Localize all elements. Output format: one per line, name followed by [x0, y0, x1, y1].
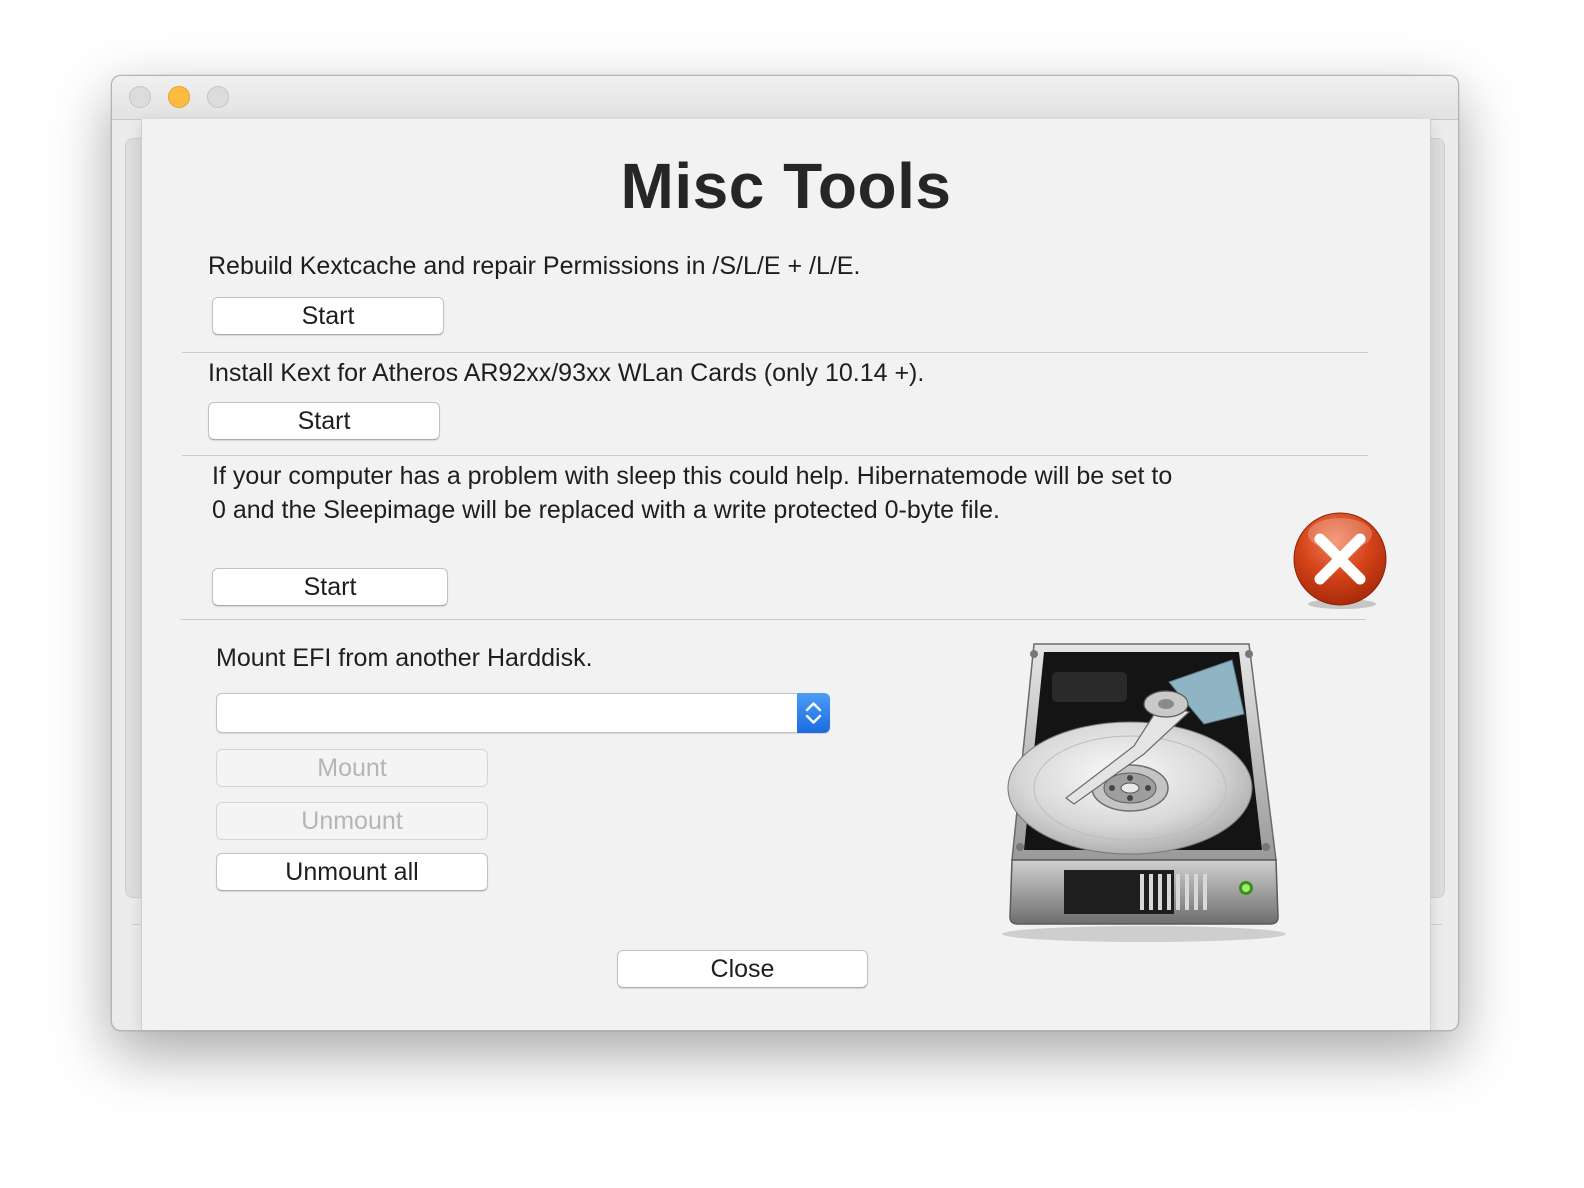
- sleep-description-line-2: 0 and the Sleepimage will be replaced wi…: [212, 496, 1000, 524]
- section-divider: [182, 455, 1368, 456]
- disk-select-popup[interactable]: [216, 693, 830, 733]
- unmount-button[interactable]: Unmount: [216, 802, 488, 840]
- close-button[interactable]: Close: [617, 950, 868, 988]
- sheet-title: Misc Tools: [620, 150, 952, 222]
- atheros-start-button[interactable]: Start: [208, 402, 440, 440]
- error-x-icon: [1293, 512, 1387, 609]
- misc-tools-window: 6 Misc Tools Rebuild Kextcache and repai…: [111, 75, 1459, 1031]
- sleep-description-line-1: If your computer has a problem with slee…: [212, 462, 1173, 490]
- kextcache-start-button[interactable]: Start: [212, 297, 444, 335]
- sleep-start-button[interactable]: Start: [212, 568, 448, 606]
- misc-tools-sheet: Misc Tools Rebuild Kextcache and repair …: [141, 119, 1431, 1030]
- zoom-window-button[interactable]: [207, 86, 229, 108]
- disk-select-arrows[interactable]: [797, 693, 830, 733]
- close-window-button[interactable]: [129, 86, 151, 108]
- unmount-all-button[interactable]: Unmount all: [216, 853, 488, 891]
- efi-description: Mount EFI from another Harddisk.: [216, 644, 593, 672]
- section-divider: [182, 352, 1368, 353]
- chevron-up-down-icon: [805, 702, 822, 724]
- kextcache-description: Rebuild Kextcache and repair Permissions…: [208, 252, 861, 280]
- atheros-description: Install Kext for Atheros AR92xx/93xx WLa…: [208, 359, 925, 387]
- minimize-window-button[interactable]: [168, 86, 190, 108]
- title-bar[interactable]: [112, 76, 1458, 120]
- mount-button[interactable]: Mount: [216, 749, 488, 787]
- hard-disk-icon: [1002, 643, 1286, 942]
- section-divider: [180, 619, 1366, 620]
